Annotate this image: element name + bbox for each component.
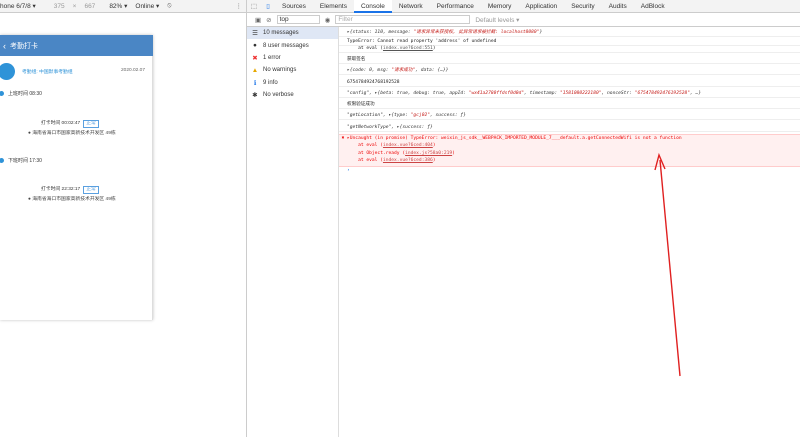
annotation-arrow	[654, 152, 681, 377]
arrow-shaft	[659, 159, 681, 377]
